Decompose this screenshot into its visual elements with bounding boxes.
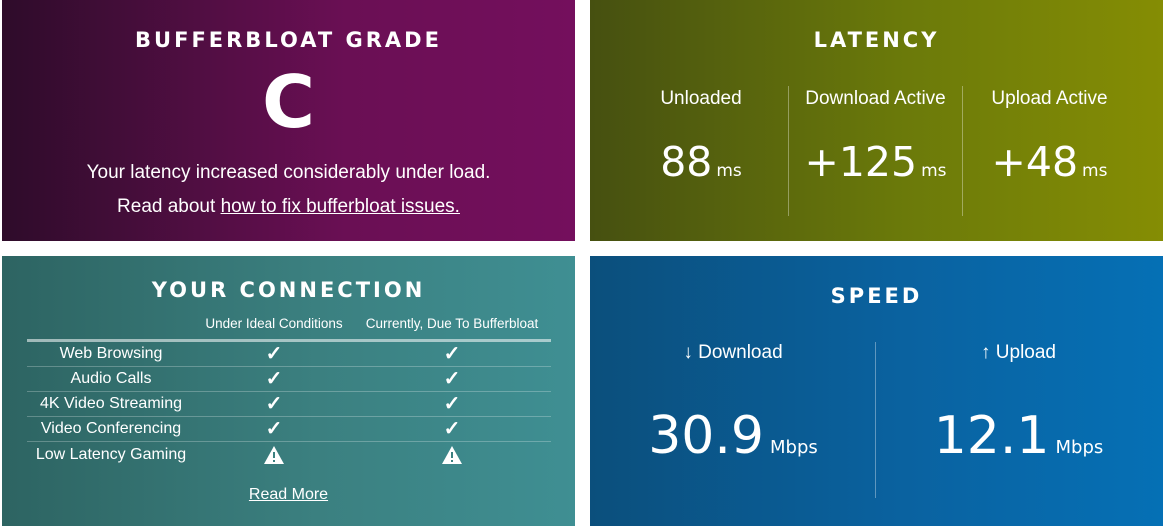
- header-ideal: Under Ideal Conditions: [205, 316, 343, 331]
- latency-upload-active: Upload Active +48 ms: [962, 86, 1136, 216]
- upload-label: ↑ Upload: [981, 342, 1056, 363]
- latency-panel: LATENCY Unloaded 88 ms Download Active +1…: [590, 0, 1163, 241]
- grade-read-line: Read about how to fix bufferbloat issues…: [2, 196, 575, 218]
- download-label: ↓ Download: [683, 342, 783, 363]
- latency-number: +125: [804, 138, 918, 186]
- speed-panel: SPEED ↓ Download 30.9 Mbps ↑ Upload 12.1 M…: [590, 256, 1163, 526]
- connection-panel: YOUR CONNECTION Under Ideal Conditions C…: [2, 256, 575, 526]
- read-more-link[interactable]: Read More: [249, 486, 328, 503]
- latency-value: 88 ms: [614, 138, 788, 186]
- table-row: Low Latency Gaming: [27, 442, 551, 467]
- latency-number: 88: [660, 138, 713, 186]
- read-more-line: Read More: [2, 486, 575, 504]
- latency-value: +125 ms: [789, 138, 962, 186]
- table-row: Web Browsing ✓ ✓: [27, 342, 551, 367]
- connection-table-header: Under Ideal Conditions Currently, Due To…: [27, 316, 551, 342]
- upload-unit: Mbps: [1055, 437, 1104, 458]
- bufferbloat-grade-panel: BUFFERBLOAT GRADE C Your latency increas…: [2, 0, 575, 241]
- latency-unit: ms: [1082, 161, 1108, 181]
- check-icon: ✓: [443, 418, 461, 440]
- check-icon: ✓: [265, 418, 283, 440]
- grade-read-prefix: Read about: [117, 196, 221, 217]
- connection-rows: Web Browsing ✓ ✓ Audio Calls ✓ ✓ 4K Video Stre…: [27, 342, 551, 467]
- grade-description: Your latency increased considerably unde…: [86, 162, 491, 183]
- check-icon: ✓: [443, 393, 461, 415]
- latency-unit: ms: [921, 161, 947, 181]
- header-current: Currently, Due To Bufferbloat: [365, 316, 539, 331]
- latency-number: +48: [991, 138, 1079, 186]
- download-number: 30.9: [648, 406, 764, 466]
- warning-icon: [195, 444, 353, 465]
- connection-title: YOUR CONNECTION: [151, 278, 426, 302]
- latency-unloaded: Unloaded 88 ms: [614, 86, 788, 216]
- check-icon: ✓: [265, 343, 283, 365]
- fix-bufferbloat-link[interactable]: how to fix bufferbloat issues.: [221, 196, 460, 217]
- table-row: Audio Calls ✓ ✓: [27, 367, 551, 392]
- download-value: 30.9 Mbps: [590, 406, 876, 466]
- latency-download-active: Download Active +125 ms: [788, 86, 962, 216]
- latency-unit: ms: [716, 161, 742, 181]
- check-icon: ✓: [443, 343, 461, 365]
- check-icon: ✓: [443, 368, 461, 390]
- activity-name: Web Browsing: [59, 345, 163, 362]
- latency-value: +48 ms: [963, 138, 1136, 186]
- connection-table: Under Ideal Conditions Currently, Due To…: [27, 316, 551, 467]
- grade-title: BUFFERBLOAT GRADE: [135, 28, 442, 52]
- speed-upload: ↑ Upload 12.1 Mbps: [875, 342, 1161, 498]
- latency-title: LATENCY: [813, 28, 940, 52]
- upload-value: 12.1 Mbps: [876, 406, 1161, 466]
- grade-letter: C: [262, 60, 315, 144]
- table-row: 4K Video Streaming ✓ ✓: [27, 392, 551, 417]
- activity-name: Low Latency Gaming: [35, 445, 187, 463]
- latency-label: Unloaded: [660, 88, 742, 109]
- activity-name: Audio Calls: [70, 370, 152, 387]
- latency-label: Download Active: [805, 88, 946, 109]
- speed-download: ↓ Download 30.9 Mbps: [590, 342, 876, 498]
- download-unit: Mbps: [770, 437, 818, 458]
- activity-name: 4K Video Streaming: [39, 395, 182, 412]
- upload-number: 12.1: [933, 406, 1050, 466]
- check-icon: ✓: [265, 393, 283, 415]
- check-icon: ✓: [265, 368, 283, 390]
- speed-title: SPEED: [830, 284, 923, 308]
- warning-icon: [353, 444, 551, 465]
- activity-name: Video Conferencing: [40, 420, 182, 437]
- latency-label: Upload Active: [991, 88, 1108, 109]
- table-row: Video Conferencing ✓ ✓: [27, 417, 551, 442]
